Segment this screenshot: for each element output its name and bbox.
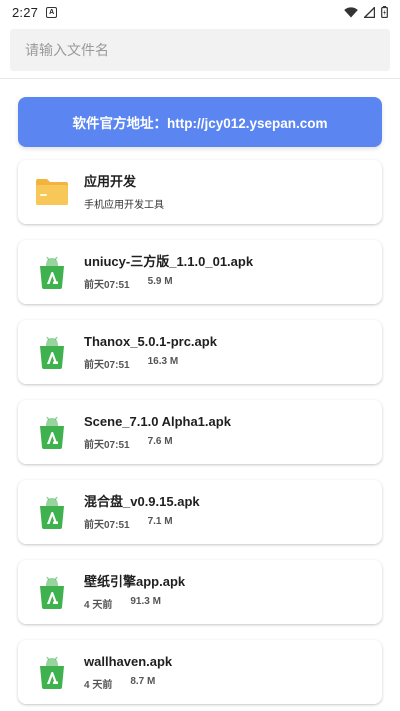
file-name: 壁纸引擎app.apk: [84, 574, 186, 589]
list-item[interactable]: 壁纸引擎app.apk 4 天前 91.3 M: [18, 560, 382, 624]
list-item[interactable]: Thanox_5.0.1-prc.apk 前天07:51 16.3 M: [18, 320, 382, 384]
file-date: 4 天前: [84, 680, 113, 691]
apk-icon: [34, 414, 70, 450]
search-box[interactable]: [10, 29, 390, 71]
folder-name: 应用开发: [84, 174, 137, 189]
folder-description: 手机应用开发工具: [84, 200, 164, 211]
file-date: 前天07:51: [84, 360, 130, 371]
header-divider: [0, 78, 400, 79]
file-size: 7.1 M: [147, 516, 173, 527]
official-url-banner[interactable]: 软件官方地址：http://jcy012.ysepan.com: [18, 97, 382, 147]
file-date: 前天07:51: [84, 520, 130, 531]
apk-icon: [34, 254, 70, 290]
notification-icon: A: [46, 6, 58, 18]
folder-icon: [34, 174, 70, 210]
file-name: uniucy-三方版_1.1.0_01.apk: [84, 254, 254, 269]
apk-icon: [34, 334, 70, 370]
file-date: 前天07:51: [84, 280, 130, 291]
battery-icon: [381, 6, 388, 18]
file-size: 7.6 M: [147, 436, 173, 447]
file-name: 混合盘_v0.9.15.apk: [84, 494, 200, 509]
status-time: 2:27: [12, 4, 39, 20]
file-name: Scene_7.1.0 Alpha1.apk: [84, 414, 231, 429]
list-item[interactable]: uniucy-三方版_1.1.0_01.apk 前天07:51 5.9 M: [18, 240, 382, 304]
apk-icon: [34, 574, 70, 610]
banner-text: 软件官方地址：http://jcy012.ysepan.com: [72, 116, 328, 131]
apk-icon: [34, 494, 70, 530]
apk-icon: [34, 654, 70, 690]
status-bar: 2:27 A: [0, 0, 400, 24]
file-size: 5.9 M: [147, 276, 173, 287]
file-date: 4 天前: [84, 600, 113, 611]
file-size: 8.7 M: [130, 676, 156, 687]
list-item[interactable]: wallhaven.apk 4 天前 8.7 M: [18, 640, 382, 704]
folder-item[interactable]: 应用开发 手机应用开发工具: [18, 160, 382, 224]
search-input[interactable]: [25, 42, 390, 58]
signal-icon: [364, 6, 375, 18]
file-name: Thanox_5.0.1-prc.apk: [84, 334, 217, 349]
list-item[interactable]: Scene_7.1.0 Alpha1.apk 前天07:51 7.6 M: [18, 400, 382, 464]
status-icons: [344, 6, 388, 18]
list-item[interactable]: 混合盘_v0.9.15.apk 前天07:51 7.1 M: [18, 480, 382, 544]
file-date: 前天07:51: [84, 440, 130, 451]
file-name: wallhaven.apk: [84, 654, 173, 669]
file-size: 16.3 M: [147, 356, 179, 367]
file-size: 91.3 M: [130, 596, 161, 607]
wifi-icon: [344, 6, 358, 17]
